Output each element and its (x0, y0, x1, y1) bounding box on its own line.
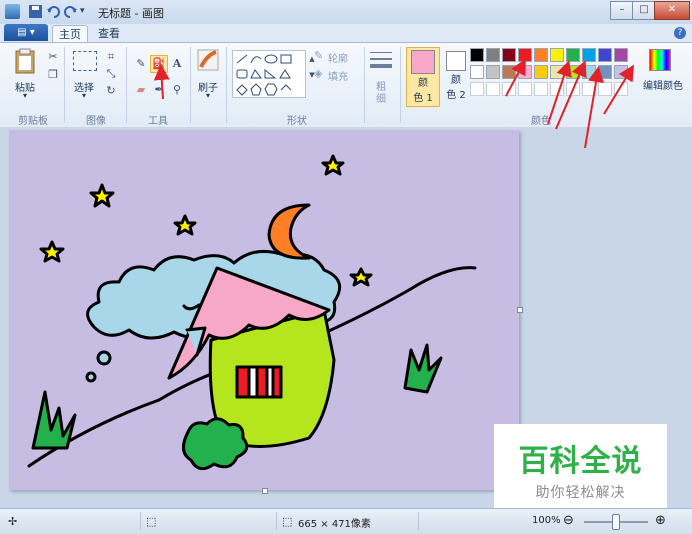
zoom-in-icon[interactable]: ⊕ (655, 513, 666, 528)
status-bar: ✢ ⬚ ⬚ 665 × 471像素 100% ⊖ ⊕ (0, 508, 692, 534)
watermark-subtitle: 助你轻松解决 (535, 485, 626, 501)
zoom-level: 100% (532, 515, 561, 526)
watermark-title: 百科全说 (518, 444, 643, 479)
watermark: 百科全说 助你轻松解决 (494, 424, 667, 508)
zoom-out-icon[interactable]: ⊖ (563, 513, 574, 528)
status-divider (276, 512, 277, 530)
image-size-icon: ⬚ (282, 515, 293, 528)
image-size-text: 665 × 471像素 (298, 519, 371, 530)
status-divider (418, 512, 419, 530)
zoom-slider-thumb[interactable] (612, 514, 620, 530)
status-divider (140, 512, 141, 530)
move-icon: ✢ (8, 515, 18, 528)
selection-size-icon: ⬚ (146, 515, 157, 528)
